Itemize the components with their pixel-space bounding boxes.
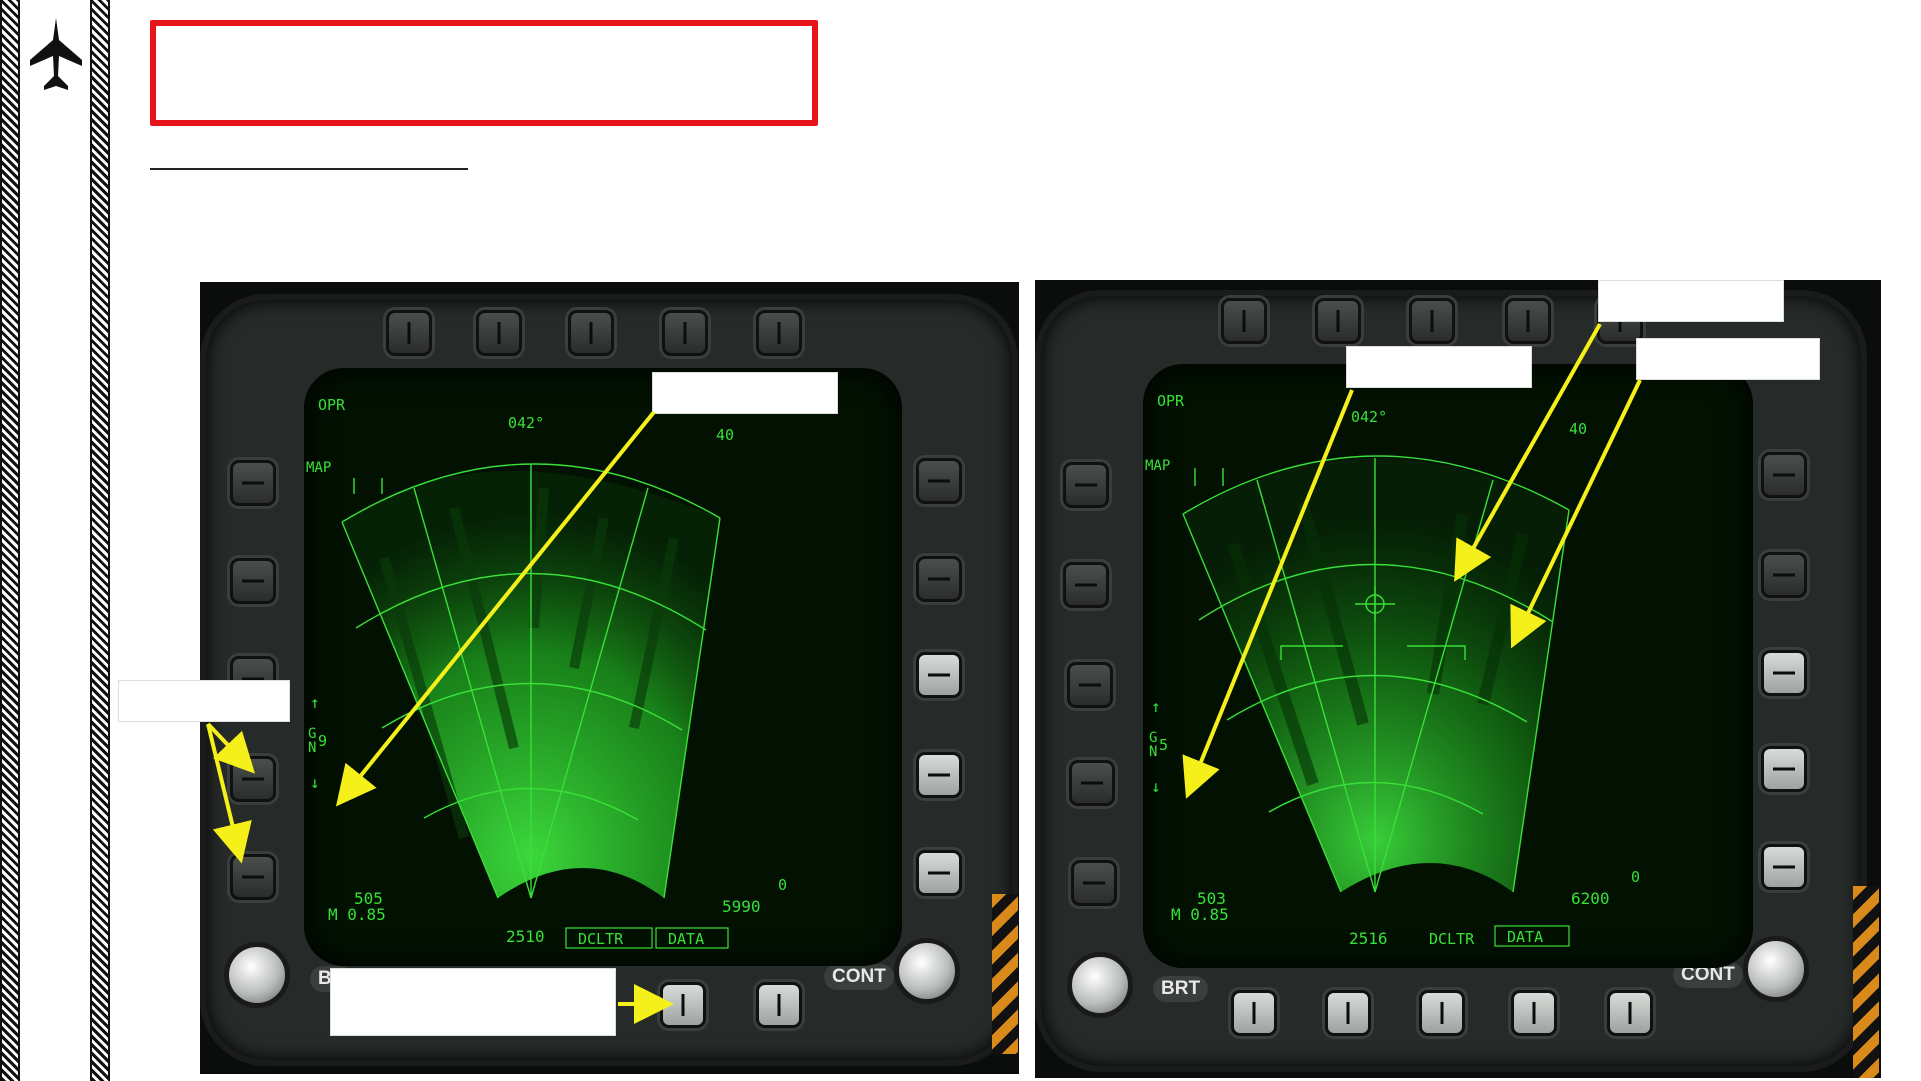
- left-callout-gain: [652, 372, 838, 414]
- left-altitude-readout: 5990: [722, 897, 761, 916]
- left-bottom-osb-3[interactable]: [660, 982, 706, 1028]
- right-top-osb-3[interactable]: [1409, 298, 1455, 344]
- left-right-osb-3[interactable]: [916, 652, 962, 698]
- right-right-osb-3[interactable]: [1761, 650, 1807, 696]
- section-underline: [150, 168, 468, 170]
- right-side-osb-1[interactable]: [1063, 462, 1109, 508]
- right-dcltr-label[interactable]: DCLTR: [1429, 930, 1475, 948]
- right-right-osb-2[interactable]: [1761, 552, 1807, 598]
- right-altitude-readout: 6200: [1571, 889, 1610, 908]
- title-box: [150, 20, 818, 126]
- right-bottom-osb-1[interactable]: [1231, 990, 1277, 1036]
- right-right-osb-4[interactable]: [1761, 746, 1807, 792]
- right-top-osb-1[interactable]: [1221, 298, 1267, 344]
- right-right-osb-5[interactable]: [1761, 844, 1807, 890]
- left-gain-label-n: N: [308, 740, 316, 756]
- left-range-readout: 40: [716, 426, 734, 444]
- right-radar-graphics: OPR MAP 042° 40 G N 5 ↑ ↓ 503 M 0.85 620…: [1145, 392, 1640, 948]
- right-range-readout: 40: [1569, 420, 1587, 438]
- left-top-osb-1[interactable]: [386, 310, 432, 356]
- left-side-osb-1[interactable]: [230, 460, 276, 506]
- right-callout-brackets: [1636, 338, 1820, 380]
- right-bottom-osb-2[interactable]: [1325, 990, 1371, 1036]
- left-data-label[interactable]: DATA: [668, 930, 704, 948]
- right-map-label: MAP: [1145, 458, 1170, 474]
- right-gain-down-icon: ↓: [1151, 777, 1161, 796]
- left-right-osb-1[interactable]: [916, 458, 962, 504]
- fighter-jet-icon: [30, 18, 82, 90]
- left-right-osb-2[interactable]: [916, 556, 962, 602]
- right-bottom-value: 2516: [1349, 929, 1388, 948]
- right-gain-label-n: N: [1149, 744, 1157, 760]
- right-mach-readout: M 0.85: [1171, 905, 1229, 924]
- left-top-osb-4[interactable]: [662, 310, 708, 356]
- left-radar-screen: OPR MAP 042° 40 G N 9 ↑ ↓ 505 M 0.85 599…: [304, 368, 902, 966]
- page-side-rail: [0, 0, 112, 1081]
- right-side-osb-4[interactable]: [1069, 760, 1115, 806]
- left-heading-readout: 042°: [508, 414, 544, 432]
- right-callout-gain: [1346, 346, 1532, 388]
- left-callout-side-osb: [118, 680, 290, 722]
- left-bottom-value: 2510: [506, 927, 545, 946]
- left-callout-bottom-osb: [330, 968, 616, 1036]
- left-gain-up-icon: ↑: [310, 693, 320, 712]
- left-side-osb-5[interactable]: [230, 854, 276, 900]
- right-top-osb-2[interactable]: [1315, 298, 1361, 344]
- left-mode-label: OPR: [318, 396, 346, 414]
- left-top-osb-3[interactable]: [568, 310, 614, 356]
- left-top-osb-5[interactable]: [756, 310, 802, 356]
- rail-stripe-left: [0, 0, 20, 1081]
- left-dcltr-label[interactable]: DCLTR: [578, 930, 624, 948]
- right-radar-screen: OPR MAP 042° 40 G N 5 ↑ ↓ 503 M 0.85 620…: [1143, 364, 1753, 968]
- left-cont-label: CONT: [824, 964, 894, 990]
- left-map-label: MAP: [306, 460, 331, 476]
- right-side-osb-5[interactable]: [1071, 860, 1117, 906]
- right-gain-value: 5: [1159, 736, 1168, 754]
- right-side-osb-3[interactable]: [1067, 662, 1113, 708]
- left-side-osb-2[interactable]: [230, 558, 276, 604]
- left-side-osb-4[interactable]: [230, 756, 276, 802]
- right-right-osb-1[interactable]: [1761, 452, 1807, 498]
- left-top-osb-2[interactable]: [476, 310, 522, 356]
- left-right-osb-5[interactable]: [916, 850, 962, 896]
- right-bottom-osb-5[interactable]: [1607, 990, 1653, 1036]
- right-top-osb-4[interactable]: [1505, 298, 1551, 344]
- right-elevation-readout: 0: [1631, 868, 1640, 886]
- rail-stripe-right: [90, 0, 110, 1081]
- right-heading-readout: 042°: [1351, 408, 1387, 426]
- left-right-osb-4[interactable]: [916, 752, 962, 798]
- right-bottom-osb-4[interactable]: [1511, 990, 1557, 1036]
- right-data-label[interactable]: DATA: [1507, 928, 1543, 946]
- left-bottom-osb-4[interactable]: [756, 982, 802, 1028]
- right-callout-crosshair: [1598, 280, 1784, 322]
- right-gain-up-icon: ↑: [1151, 697, 1161, 716]
- footer-strip: [330, 1072, 1230, 1081]
- right-bottom-osb-3[interactable]: [1419, 990, 1465, 1036]
- right-brt-label: BRT: [1153, 976, 1209, 1002]
- right-mode-label: OPR: [1157, 392, 1185, 410]
- left-contrast-knob[interactable]: [894, 938, 960, 1004]
- left-gain-down-icon: ↓: [310, 773, 320, 792]
- left-mach-readout: M 0.85: [328, 905, 386, 924]
- right-brightness-knob[interactable]: [1067, 952, 1133, 1018]
- left-mfd-panel: BR CONT: [200, 282, 1019, 1074]
- left-gain-value: 9: [318, 732, 327, 750]
- right-mfd-panel: BRT CONT OPR MAP 042° 40 G N 5 ↑ ↓ 503 M…: [1035, 280, 1881, 1078]
- right-hazard-stripe: [1853, 886, 1879, 1078]
- left-brightness-knob[interactable]: [224, 942, 290, 1008]
- right-side-osb-2[interactable]: [1063, 562, 1109, 608]
- left-radar-graphics: OPR MAP 042° 40 G N 9 ↑ ↓ 505 M 0.85 599…: [306, 396, 787, 949]
- left-elevation-readout: 0: [778, 876, 787, 894]
- left-hazard-stripe: [992, 894, 1018, 1054]
